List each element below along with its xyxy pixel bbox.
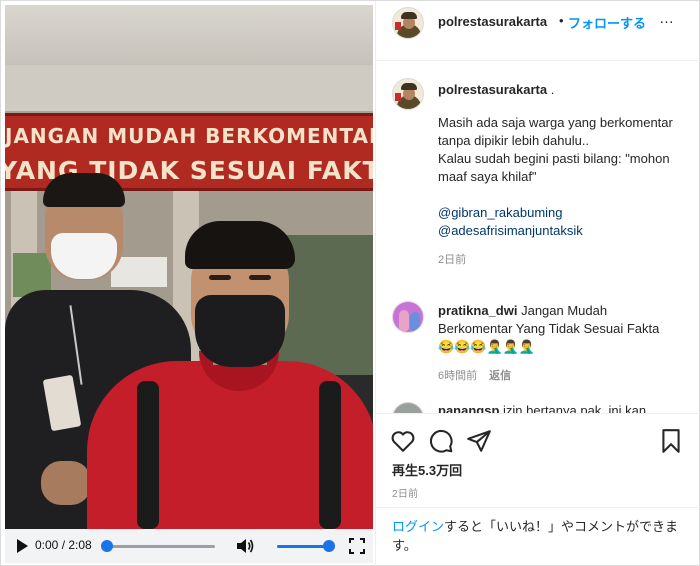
banner-text-line1: JANGAN MUDAH BERKOMENTAR bbox=[5, 124, 373, 148]
bookmark-icon[interactable] bbox=[658, 428, 684, 454]
comment-time: 6時間前 bbox=[438, 370, 478, 382]
video-player[interactable]: JANGAN MUDAH BERKOMENTAR YANG TIDAK SESU… bbox=[5, 5, 373, 529]
backpack-strap-right bbox=[319, 381, 341, 529]
avatar[interactable] bbox=[392, 7, 424, 39]
caption-avatar[interactable] bbox=[392, 78, 424, 110]
login-link[interactable]: ログイン bbox=[392, 519, 444, 534]
caption-line1: Masih ada saja warga yang berkomentar ta… bbox=[438, 115, 673, 148]
caption-time: 2日前 bbox=[438, 254, 467, 266]
person-front-brow bbox=[209, 275, 231, 280]
caption-username-suffix: . bbox=[547, 82, 555, 97]
building-ceiling bbox=[5, 65, 373, 113]
fullscreen-icon[interactable] bbox=[349, 538, 365, 554]
background-sign bbox=[111, 257, 167, 287]
mention-link[interactable]: @gibran_rakabuming bbox=[438, 204, 678, 222]
follow-button[interactable]: フォローする bbox=[568, 13, 646, 32]
login-message: ログインすると「いいね！」やコメントができます。 bbox=[392, 517, 692, 555]
person-front-brow bbox=[249, 275, 271, 280]
volume-handle[interactable] bbox=[323, 540, 335, 552]
heart-icon[interactable] bbox=[390, 428, 416, 454]
comments-list[interactable]: polrestasurakarta . Masih ada saja warga… bbox=[376, 61, 700, 413]
backpack-strap-left bbox=[137, 381, 159, 529]
more-options-icon[interactable]: … bbox=[659, 10, 675, 27]
caption-header: polrestasurakarta . bbox=[438, 81, 554, 99]
comment-avatar[interactable] bbox=[392, 301, 424, 333]
video-frame: JANGAN MUDAH BERKOMENTAR YANG TIDAK SESU… bbox=[5, 5, 373, 529]
login-prompt: ログインすると「いいね！」やコメントができます。 bbox=[376, 507, 700, 566]
post-header: polrestasurakarta • フォローする … bbox=[376, 1, 700, 61]
person-back-hand bbox=[41, 461, 91, 505]
reply-button[interactable]: 返信 bbox=[489, 370, 511, 382]
caption-username[interactable]: polrestasurakarta bbox=[438, 82, 547, 97]
person-front-hair bbox=[185, 221, 295, 269]
volume-icon[interactable] bbox=[235, 537, 255, 555]
post-side-panel: polrestasurakarta • フォローする … polrestasur… bbox=[375, 1, 700, 566]
video-time: 0:00 / 2:08 bbox=[35, 538, 92, 552]
comment-item: panangsp izin bertanya pak, ini kan bbox=[438, 402, 678, 413]
comment-item: pratikna_dwi Jangan Mudah Berkomentar Ya… bbox=[438, 302, 678, 385]
post-date: 2日前 bbox=[392, 489, 419, 500]
caption-line2: Kalau sudah begini pasti bilang: "mohon … bbox=[438, 151, 670, 184]
comment-meta: 6時間前 返信 bbox=[438, 366, 678, 385]
view-count: 再生5.3万回 bbox=[392, 463, 463, 478]
mention-link[interactable]: @adesafrisimanjuntaksik bbox=[438, 222, 678, 240]
instagram-post-window: JANGAN MUDAH BERKOMENTAR YANG TIDAK SESU… bbox=[0, 0, 700, 566]
seek-bar[interactable] bbox=[101, 540, 215, 552]
person-back-hair bbox=[43, 173, 125, 207]
comment-username[interactable]: panangsp bbox=[438, 403, 499, 413]
comment-icon[interactable] bbox=[428, 428, 454, 454]
header-username[interactable]: polrestasurakarta bbox=[438, 14, 547, 29]
header-separator: • bbox=[559, 13, 564, 28]
share-icon[interactable] bbox=[466, 428, 492, 454]
comment-avatar[interactable] bbox=[392, 402, 424, 413]
comment-text: izin bertanya pak, ini kan bbox=[503, 403, 647, 413]
video-controls: 0:00 / 2:08 bbox=[5, 529, 373, 563]
play-icon[interactable] bbox=[17, 539, 28, 553]
person-back-white-mask bbox=[51, 233, 117, 279]
seek-handle[interactable] bbox=[101, 540, 113, 552]
caption-text: Masih ada saja warga yang berkomentar ta… bbox=[438, 114, 678, 269]
building-top bbox=[5, 5, 373, 65]
volume-slider[interactable] bbox=[277, 540, 335, 552]
person-front-black-mask bbox=[195, 295, 285, 367]
comment-username[interactable]: pratikna_dwi bbox=[438, 303, 517, 318]
